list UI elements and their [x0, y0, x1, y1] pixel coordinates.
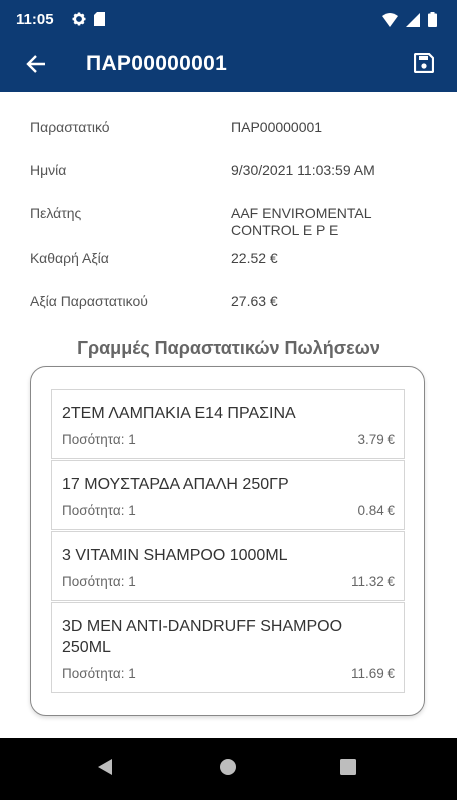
document-detail: Παραστατικό ΠΑΡ00000001 Ημνία 9/30/2021 … [8, 92, 449, 738]
line-item-quantity: Ποσότητα: 1 [62, 503, 136, 518]
battery-icon [428, 12, 437, 32]
gear-icon [72, 12, 86, 31]
page-title: ΠΑΡ00000001 [86, 52, 228, 75]
line-item-price: 11.69 € [350, 666, 395, 681]
nav-home-button[interactable] [211, 752, 245, 786]
detail-label: Πελάτης [30, 205, 82, 221]
list-item[interactable]: 2ΤΕΜ ΛΑΜΠΑΚΙΑ Ε14 ΠΡΑΣΙΝΑ Ποσότητα: 1 3.… [51, 389, 405, 459]
signal-icon [406, 12, 420, 32]
nav-recents-icon [340, 758, 356, 780]
status-time: 11:05 [16, 11, 54, 28]
line-item-name: 3D MEN ANTI-DANDRUFF SHAMPOO 250ML [62, 618, 343, 656]
sim-card-icon [94, 12, 105, 31]
app-bar: ΠΑΡ00000001 [0, 40, 457, 92]
system-nav-bar [0, 738, 457, 800]
line-item-name: 17 ΜΟΥΣΤΑΡΔΑ ΑΠΑΛΗ 250ΓΡ [62, 476, 289, 493]
line-item-price: 0.84 € [357, 503, 395, 518]
detail-value: 27.63 € [231, 293, 278, 309]
list-item[interactable]: 17 ΜΟΥΣΤΑΡΔΑ ΑΠΑΛΗ 250ΓΡ Ποσότητα: 1 0.8… [51, 460, 405, 530]
sales-lines-list[interactable]: 2ΤΕΜ ΛΑΜΠΑΚΙΑ Ε14 ΠΡΑΣΙΝΑ Ποσότητα: 1 3.… [51, 389, 405, 697]
detail-label: Αξία Παραστατικού [30, 293, 148, 309]
nav-back-button[interactable] [88, 752, 122, 786]
nav-home-icon [219, 758, 237, 781]
list-item[interactable]: 3 VITAMIN SHAMPOO 1000ML Ποσότητα: 1 11.… [51, 531, 405, 601]
detail-label: Παραστατικό [30, 119, 110, 135]
detail-label: Καθαρή Αξία [30, 250, 109, 266]
line-item-name: 2ΤΕΜ ΛΑΜΠΑΚΙΑ Ε14 ΠΡΑΣΙΝΑ [62, 405, 296, 422]
arrow-back-icon [26, 54, 46, 79]
detail-value: ΠΑΡ00000001 [231, 119, 323, 135]
line-item-name: 3 VITAMIN SHAMPOO 1000ML [62, 547, 288, 564]
sales-lines-panel: 2ΤΕΜ ΛΑΜΠΑΚΙΑ Ε14 ΠΡΑΣΙΝΑ Ποσότητα: 1 3.… [30, 366, 425, 716]
status-bar: 11:05 [0, 0, 457, 40]
nav-recents-button[interactable] [331, 752, 365, 786]
detail-label: Ημνία [30, 162, 67, 178]
wifi-icon [382, 12, 398, 32]
line-item-price: 11.32 € [350, 574, 395, 589]
save-button[interactable] [411, 52, 437, 78]
detail-value: 22.52 € [231, 250, 278, 266]
section-title: Γραμμές Παραστατικών Πωλήσεων [77, 338, 380, 358]
nav-back-icon [97, 758, 113, 781]
line-item-quantity: Ποσότητα: 1 [62, 666, 136, 681]
detail-value: 9/30/2021 11:03:59 AM [231, 162, 375, 178]
line-item-price: 3.79 € [357, 432, 395, 447]
list-item[interactable]: 3D MEN ANTI-DANDRUFF SHAMPOO 250ML Ποσότ… [51, 602, 405, 693]
line-item-quantity: Ποσότητα: 1 [62, 574, 136, 589]
back-button[interactable] [22, 52, 50, 80]
detail-value: AAF ENVIROMENTAL CONTROL E P E [231, 205, 372, 238]
line-item-quantity: Ποσότητα: 1 [62, 432, 136, 447]
save-icon [413, 52, 435, 78]
